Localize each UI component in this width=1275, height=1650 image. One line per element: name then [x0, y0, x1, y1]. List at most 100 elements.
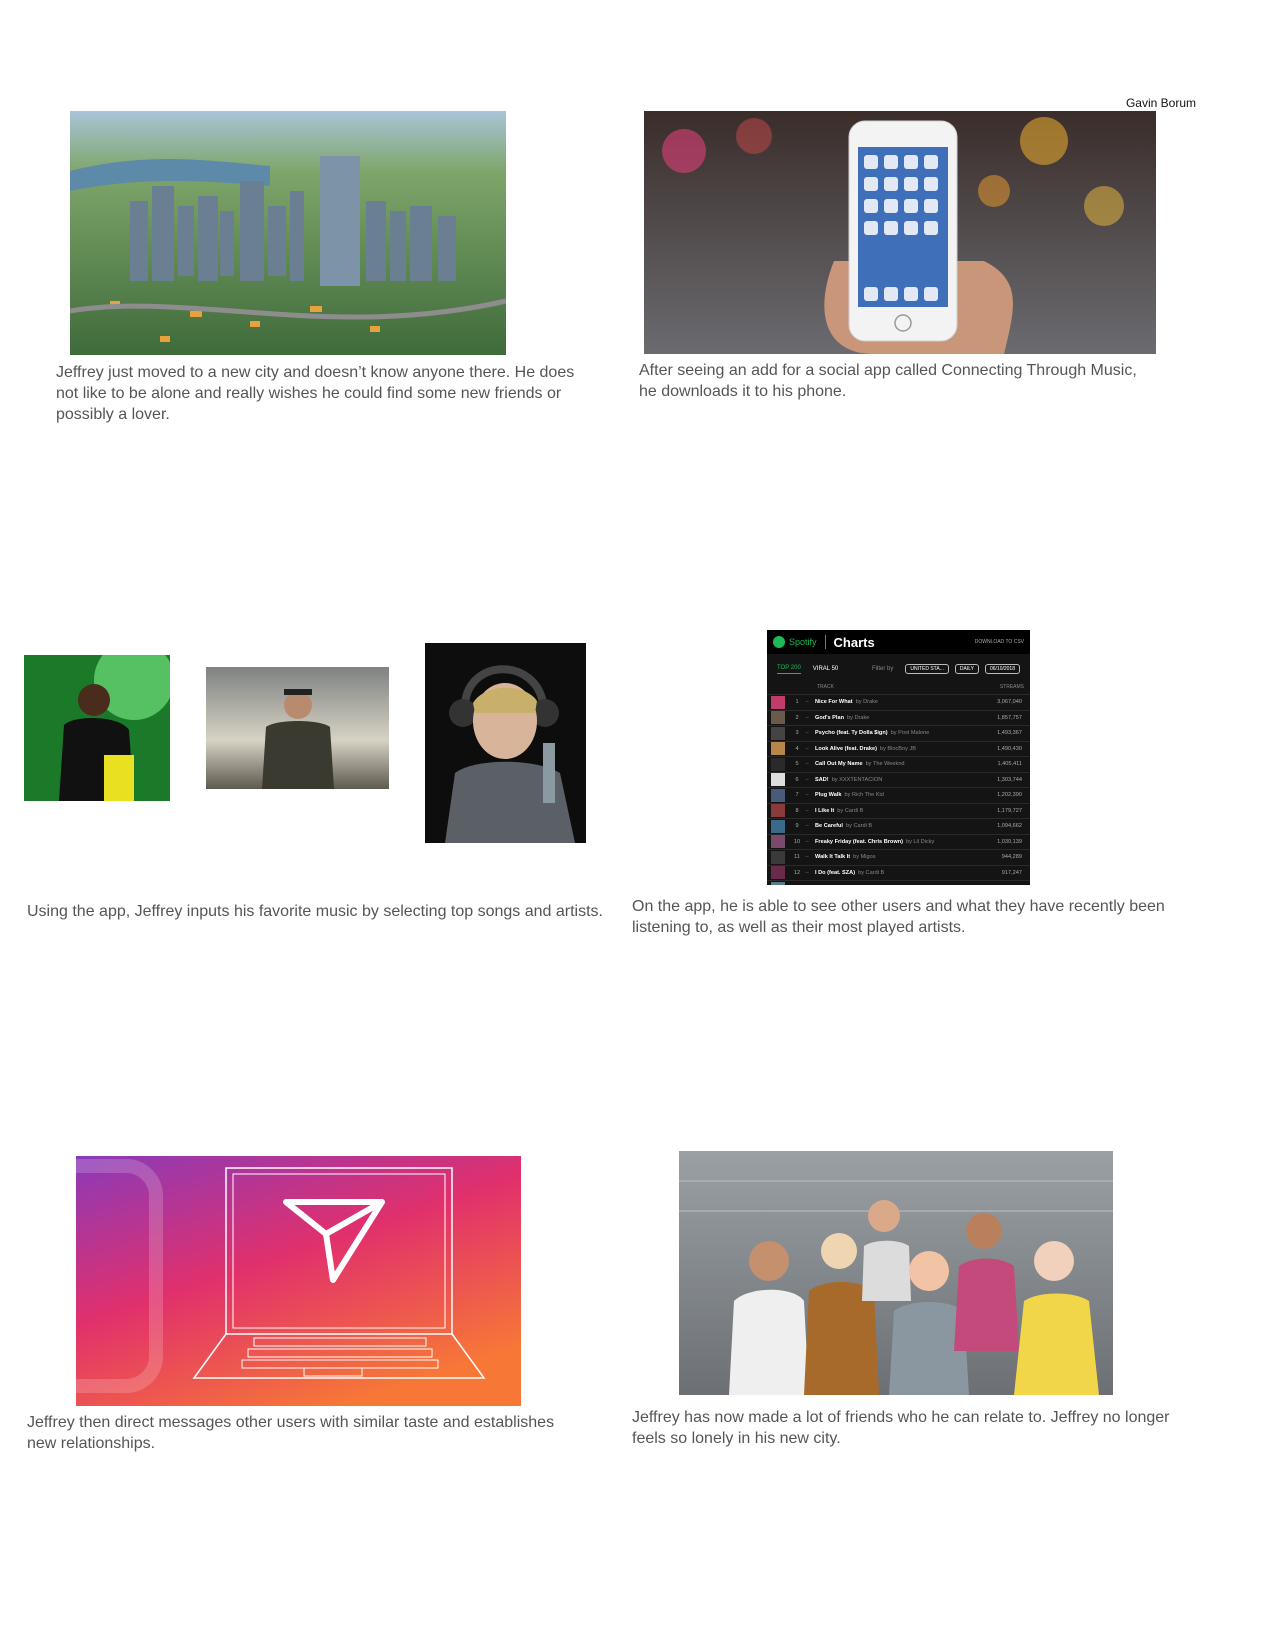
- stream-count: 1,030,139: [997, 838, 1022, 845]
- rank-number: 1: [795, 699, 799, 706]
- trend-icon: –: [805, 823, 809, 830]
- artist-name[interactable]: by Cardi B: [837, 808, 863, 814]
- track-name[interactable]: I Do (feat. SZA): [815, 870, 855, 876]
- filter-label: Filter by: [872, 666, 894, 672]
- track-name[interactable]: Look Alive (feat. Drake): [815, 746, 877, 752]
- artist-name[interactable]: by Rich The Kid: [845, 792, 884, 798]
- track-name[interactable]: Freaky Friday (feat. Chris Brown): [815, 839, 903, 845]
- artist-photo-1: [24, 655, 170, 801]
- rank-number: 8: [795, 807, 799, 814]
- chart-row[interactable]: 8– I Like It by Cardi B 1,179,727: [767, 802, 1030, 819]
- artist-name[interactable]: by The Weeknd: [866, 761, 905, 767]
- panel-5-caption: Jeffrey then direct messages other users…: [27, 1414, 555, 1452]
- album-art-thumbnail: [771, 695, 785, 709]
- trend-icon: –: [805, 869, 809, 876]
- trend-icon: –: [805, 714, 809, 721]
- artist-photo-3: [425, 643, 586, 843]
- track-name[interactable]: SAD!: [815, 777, 829, 783]
- column-streams: STREAMS: [999, 684, 1024, 690]
- tab-viral-50[interactable]: VIRAL 50: [813, 666, 838, 672]
- rank-number: 5: [795, 761, 799, 768]
- track-name[interactable]: Plug Walk: [815, 792, 842, 798]
- trend-icon: –: [805, 854, 809, 861]
- rank-number: 7: [795, 792, 799, 799]
- rank-number: 3: [795, 730, 799, 737]
- artist-name[interactable]: by XXXTENTACION: [832, 777, 883, 783]
- rank-number: 9: [795, 823, 799, 830]
- panel-3-caption: Using the app, Jeffrey inputs his favori…: [27, 903, 603, 920]
- artist-name[interactable]: by Drake: [847, 715, 869, 721]
- trend-icon: –: [805, 807, 809, 814]
- chart-row[interactable]: 2– God's Plan by Drake 1,857,757: [767, 709, 1030, 726]
- track-name[interactable]: Nice For What: [815, 699, 853, 705]
- panel-2-caption: After seeing an add for a social app cal…: [639, 362, 1137, 400]
- track-name[interactable]: Be Careful: [815, 823, 843, 829]
- stream-count: 3,067,040: [997, 699, 1022, 706]
- spotify-charts-screenshot: Spotify Charts DOWNLOAD TO CSV TOP 200 V…: [767, 630, 1030, 885]
- album-art-thumbnail: [771, 757, 785, 771]
- panel-6-caption: Jeffrey has now made a lot of friends wh…: [632, 1409, 1170, 1447]
- album-art-thumbnail: [771, 711, 785, 725]
- album-art-thumbnail: [771, 726, 785, 740]
- friends-group-photo: [679, 1151, 1113, 1395]
- rank-number: 6: [795, 776, 799, 783]
- artist-name[interactable]: by Lil Dicky: [906, 839, 934, 845]
- panel-4-caption: On the app, he is able to see other user…: [632, 898, 1165, 936]
- city-aerial-image: [70, 111, 506, 355]
- artist-name[interactable]: by BlocBoy JB: [880, 746, 916, 752]
- chart-row[interactable]: 11– Walk It Talk It by Migos 944,289: [767, 849, 1030, 865]
- phone-in-hand-image: [644, 111, 1156, 354]
- chart-row[interactable]: 3– Psycho (feat. Ty Dolla $ign) by Post Ma…: [767, 725, 1030, 741]
- chart-row[interactable]: 12– I Do (feat. SZA) by Cardi B 917,247: [767, 864, 1030, 881]
- chart-row[interactable]: 9– Be Careful by Cardi B 1,094,662: [767, 818, 1030, 834]
- chart-row[interactable]: 13–JAPANby Famous Dex901,376: [767, 880, 1030, 885]
- chart-row[interactable]: 4– Look Alive (feat. Drake) by BlocBoy JB 1…: [767, 740, 1030, 757]
- chart-row[interactable]: 6– SAD! by XXXTENTACION 1,303,744: [767, 771, 1030, 788]
- chart-row[interactable]: 5– Call Out My Name by The Weeknd 1,405,411: [767, 756, 1030, 772]
- region-select[interactable]: UNITED STA...: [905, 664, 949, 674]
- artist-name[interactable]: by Migos: [853, 854, 875, 860]
- album-art-thumbnail: [771, 804, 785, 818]
- track-name[interactable]: Call Out My Name: [815, 761, 863, 767]
- trend-icon: –: [805, 776, 809, 783]
- chart-row[interactable]: 7– Plug Walk by Rich The Kid 1,202,390: [767, 787, 1030, 803]
- track-name[interactable]: I Like It: [815, 808, 834, 814]
- album-art-thumbnail: [771, 742, 785, 756]
- track-name[interactable]: Walk It Talk It: [815, 854, 850, 860]
- chart-row[interactable]: 1– Nice For What by Drake 3,067,040: [767, 694, 1030, 710]
- download-link[interactable]: DOWNLOAD TO CSV: [975, 639, 1024, 645]
- album-art-thumbnail: [771, 788, 785, 802]
- panel-1-caption: Jeffrey just moved to a new city and doe…: [56, 364, 575, 423]
- trend-icon: –: [805, 699, 809, 706]
- artist-name[interactable]: by Cardi B: [846, 823, 872, 829]
- direct-message-graphic: [76, 1156, 521, 1406]
- trend-icon: –: [805, 838, 809, 845]
- track-name[interactable]: Psycho (feat. Ty Dolla $ign): [815, 730, 888, 736]
- stream-count: 1,179,727: [997, 807, 1022, 814]
- tab-top-200[interactable]: TOP 200: [777, 665, 801, 674]
- rank-number: 2: [795, 714, 799, 721]
- album-art-thumbnail: [771, 819, 785, 833]
- column-track: TRACK: [817, 684, 834, 690]
- chart-row[interactable]: 10– Freaky Friday (feat. Chris Brown) by L…: [767, 833, 1030, 850]
- album-art-thumbnail: [771, 850, 785, 864]
- stream-count: 1,405,411: [997, 761, 1022, 768]
- artist-photo-2: [206, 667, 389, 789]
- date-select[interactable]: 06/10/2018: [984, 664, 1020, 674]
- stream-count: 1,303,744: [997, 776, 1022, 783]
- stream-count: 1,094,662: [997, 823, 1022, 830]
- trend-icon: –: [805, 745, 809, 752]
- charts-column-headers: TRACK STREAMS: [767, 678, 1030, 694]
- stream-count: 944,289: [1001, 854, 1022, 861]
- artist-name[interactable]: by Post Malone: [891, 730, 930, 736]
- artist-name[interactable]: by Cardi B: [858, 870, 884, 876]
- album-art-thumbnail: [771, 866, 785, 880]
- rank-number: 4: [795, 745, 799, 752]
- period-select[interactable]: DAILY: [954, 664, 979, 674]
- header-divider: [824, 635, 826, 649]
- album-art-thumbnail: [771, 835, 785, 849]
- artist-name[interactable]: by Drake: [856, 699, 878, 705]
- trend-icon: –: [805, 761, 809, 768]
- trend-icon: –: [805, 730, 809, 737]
- track-name[interactable]: God's Plan: [815, 715, 844, 721]
